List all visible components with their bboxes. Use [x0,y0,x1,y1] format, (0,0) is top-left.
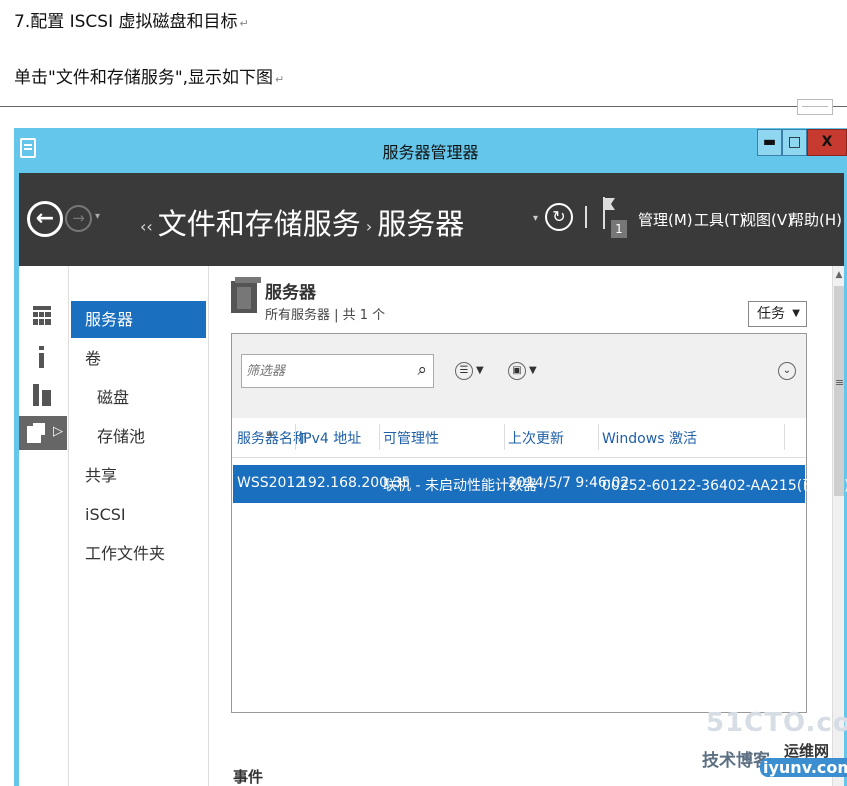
chevron-down-icon: ▼ [792,308,800,319]
breadcrumb-file-storage[interactable]: 文件和存储服务 [158,207,361,241]
save-query-button[interactable]: ▣ ▼ [508,362,548,382]
page-break-marker [797,99,833,115]
column-server-name[interactable]: ▲ 服务器名称 [237,428,307,448]
breadcrumb-servers[interactable]: 服务器 [377,207,464,241]
search-icon[interactable]: ⌕ [417,360,427,380]
doc-instruction: 单击"文件和存储服务",显示如下图 ↵ [14,68,285,88]
sidebar: 服务器 卷 磁盘 存储池 共享 iSCSI 工作文件夹 [71,266,209,786]
server-manager-window: 服务器管理器 ▬ □ X ← → ▾ ‹‹ 文件和存储服务 › 服务器 ▾ ↻ 1 管… [14,128,847,786]
column-windows-activation[interactable]: Windows 激活 [602,428,697,448]
scroll-grip-icon: ≡ [835,376,845,389]
title-bar: 服务器管理器 ▬ □ X [14,128,847,171]
cell-windows-activation: 00252-60122-36402-AA215(已激活) [602,478,847,494]
menu-help[interactable]: 帮助(H) [789,209,842,230]
watermark-brand: 51CTO.com [706,708,847,738]
navigation-bar: ← → ▾ ‹‹ 文件和存储服务 › 服务器 ▾ ↻ 1 管理(M) 工具(T) 视图… [19,173,844,266]
notifications-flag-icon[interactable]: 1 [603,197,627,238]
breadcrumb: ‹‹ 文件和存储服务 › 服务器 [135,201,464,243]
menu-tools[interactable]: 工具(T) [694,209,745,230]
column-last-update[interactable]: 上次更新 [508,428,564,448]
all-servers-icon[interactable] [33,384,51,406]
minimize-button[interactable]: ▬ [757,129,782,156]
cell-server-name: WSS2012 [237,475,305,491]
menu-view[interactable]: 视图(V) [741,209,793,230]
refresh-dropdown-icon[interactable]: ▾ [533,213,538,224]
page-divider [0,106,847,107]
column-ipv4-address[interactable]: IPv4 地址 [299,428,361,448]
expand-collapse-icon[interactable]: ⌄ [778,362,796,380]
scroll-thumb[interactable] [834,286,844,496]
window-title: 服务器管理器 [382,143,479,162]
navbar-divider [585,206,587,228]
close-button[interactable]: X [807,129,847,156]
events-section-title: 事件 [233,768,264,786]
filter-box[interactable]: ⌕ [241,354,434,388]
local-server-icon[interactable] [33,346,51,368]
breadcrumb-separator-icon: › [365,216,373,236]
file-storage-services-icon[interactable]: ▷ [19,416,67,450]
save-icon: ▣ [508,362,526,380]
maximize-button[interactable]: □ [782,129,807,156]
breadcrumb-lead-icon: ‹‹ [140,216,153,236]
table-header: ▲ 服务器名称 IPv4 地址 可管理性 上次更新 Windows 激活 [232,418,806,458]
doc-heading: 7.配置 ISCSI 虚拟磁盘和目标 ↵ [14,12,249,32]
sidebar-item-work-folders[interactable]: 工作文件夹 [71,535,206,572]
sidebar-item-disks[interactable]: 磁盘 [71,379,206,416]
watermark-site: 运维网 iyunv.com [760,740,847,780]
sidebar-item-iscsi[interactable]: iSCSI [71,496,206,533]
menu-manage[interactable]: 管理(M) [638,209,693,230]
history-dropdown-icon[interactable]: ▾ [95,211,100,222]
icon-rail: ▷ [19,266,69,786]
list-icon: ☰ [455,362,473,380]
sidebar-item-storage-pools[interactable]: 存储池 [71,418,206,455]
refresh-icon[interactable]: ↻ [545,203,573,231]
sidebar-item-shares[interactable]: 共享 [71,457,206,494]
sidebar-item-servers[interactable]: 服务器 [71,301,206,338]
dashboard-icon[interactable] [33,306,51,326]
panel-toolbar: ⌕ ☰▼ ▣▼ ⌄ [232,334,806,418]
notification-count-badge: 1 [611,220,627,238]
section-subtitle: 所有服务器 | 共 1 个 [265,308,386,323]
column-manageability[interactable]: 可管理性 [383,428,439,448]
tasks-dropdown[interactable]: 任务 ▼ [748,301,807,327]
list-options-button[interactable]: ☰ ▼ [455,362,495,382]
sidebar-item-volumes[interactable]: 卷 [71,340,206,377]
servers-panel: ⌕ ☰▼ ▣▼ ⌄ ▲服务器名称 IPv4 地址 可管理性 上次更新 Windo… [231,333,847,713]
forward-button[interactable]: → [65,205,92,232]
servers-section-icon [231,277,261,313]
scroll-up-icon[interactable]: ▲ [833,270,845,284]
filter-input[interactable] [242,355,412,387]
sort-ascending-icon: ▲ [267,428,274,437]
table-row[interactable]: WSS2012 192.168.200.35 联机 - 未启动性能计数器 201… [233,465,847,503]
back-button[interactable]: ← [27,201,63,237]
section-title: 服务器 [265,283,316,303]
